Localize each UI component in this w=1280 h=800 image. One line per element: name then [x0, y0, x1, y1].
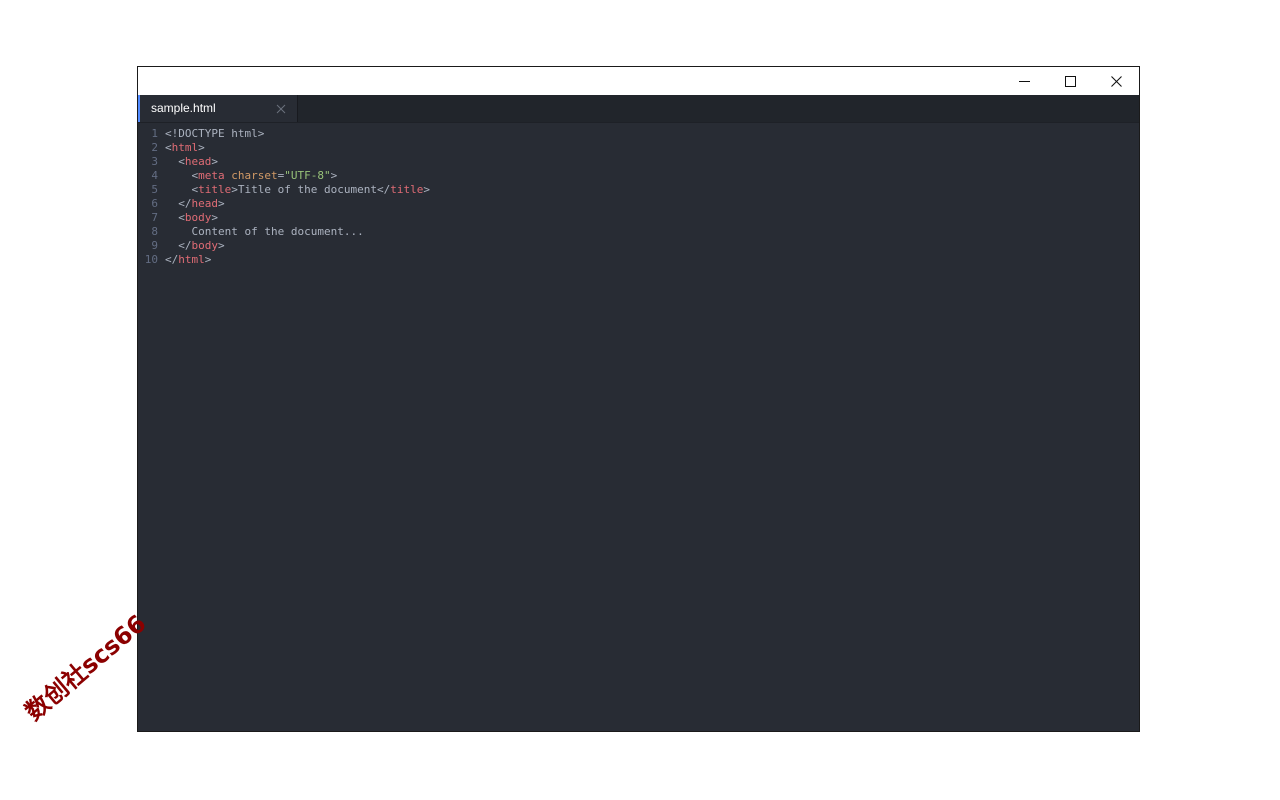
minimize-button[interactable]: [1001, 67, 1047, 95]
token-tag: body: [191, 239, 219, 252]
line-number: 2: [151, 141, 158, 154]
line-source: <html>: [165, 141, 205, 155]
code-view[interactable]: 1 <!DOCTYPE html> 2 <html> 3 <head> 4 <meta c…: [138, 127, 1139, 731]
token-punc: >: [218, 197, 225, 210]
token-punc: >: [204, 253, 212, 266]
token-punc: <: [178, 211, 185, 224]
title-bar[interactable]: [138, 67, 1139, 95]
token-tag: head: [184, 155, 212, 168]
watermark: 数创社scs66: [19, 609, 152, 727]
token-tag: title: [198, 183, 232, 196]
token-str: "UTF-8": [284, 169, 331, 182]
code-line: 4 <meta charset="UTF-8">: [138, 169, 1139, 183]
token-punc: <!DOCTYPE html>: [165, 127, 265, 140]
token-punc: Content of the document...: [191, 225, 364, 238]
code-line: 2 <html>: [138, 141, 1139, 155]
token-tag: head: [191, 197, 219, 210]
token-punc: >: [211, 211, 218, 224]
line-source: <title>Title of the document</title>: [165, 183, 430, 197]
token-tag: body: [184, 211, 212, 224]
code-line: 6 </head>: [138, 197, 1139, 211]
code-line: 9 </body>: [138, 239, 1139, 253]
line-number: 3: [151, 155, 158, 168]
line-number: 5: [151, 183, 158, 196]
line-number: 6: [151, 197, 158, 210]
token-tag: meta: [198, 169, 225, 182]
token-punc: >: [330, 169, 338, 182]
token-tag: html: [178, 253, 205, 266]
line-source: </head>: [165, 197, 225, 211]
token-tag: title: [390, 183, 424, 196]
code-line: 1 <!DOCTYPE html>: [138, 127, 1139, 141]
token-punc: </: [178, 239, 192, 252]
line-number: 8: [151, 225, 158, 238]
editor-window: sample.html 1 <!DOCTYPE html> 2 <html> 3 <he…: [137, 66, 1140, 732]
token-attr: charset: [231, 169, 278, 182]
line-source: Content of the document...: [165, 225, 364, 239]
line-number: 9: [151, 239, 158, 252]
line-number: 7: [151, 211, 158, 224]
line-number: 4: [151, 169, 158, 182]
code-line: 8 Content of the document...: [138, 225, 1139, 239]
close-icon: [276, 104, 286, 114]
line-number: 10: [144, 253, 158, 266]
maximize-button[interactable]: [1047, 67, 1093, 95]
code-line: 5 <title>Title of the document</title>: [138, 183, 1139, 197]
line-source: <head>: [165, 155, 218, 169]
token-punc: >: [198, 141, 205, 154]
token-punc: >: [423, 183, 430, 196]
tab-sample-html[interactable]: sample.html: [138, 95, 298, 122]
token-tag: html: [171, 141, 199, 154]
line-source: <body>: [165, 211, 218, 225]
token-punc: </: [165, 253, 179, 266]
code-line: 10 </html>: [138, 253, 1139, 267]
close-icon: [1110, 75, 1122, 87]
code-line: 3 <head>: [138, 155, 1139, 169]
code-line: 7 <body>: [138, 211, 1139, 225]
tab-close-button[interactable]: [275, 102, 287, 114]
line-source: </body>: [165, 239, 225, 253]
line-source: <meta charset="UTF-8">: [165, 169, 338, 183]
close-window-button[interactable]: [1093, 67, 1139, 95]
line-source: </html>: [165, 253, 211, 267]
tab-bar: sample.html: [138, 95, 1139, 123]
line-number: 1: [151, 127, 158, 140]
editor-area[interactable]: sample.html 1 <!DOCTYPE html> 2 <html> 3 <he…: [138, 95, 1139, 731]
token-punc: </: [178, 197, 192, 210]
token-punc: <: [165, 141, 172, 154]
token-punc: >: [218, 239, 225, 252]
line-source: <!DOCTYPE html>: [165, 127, 264, 141]
token-punc: >: [211, 155, 218, 168]
token-punc: <: [178, 155, 185, 168]
token-punc: >Title of the document</: [231, 183, 391, 196]
minimize-icon: [1018, 80, 1030, 82]
maximize-icon: [1064, 75, 1076, 87]
tab-label: sample.html: [151, 101, 216, 115]
